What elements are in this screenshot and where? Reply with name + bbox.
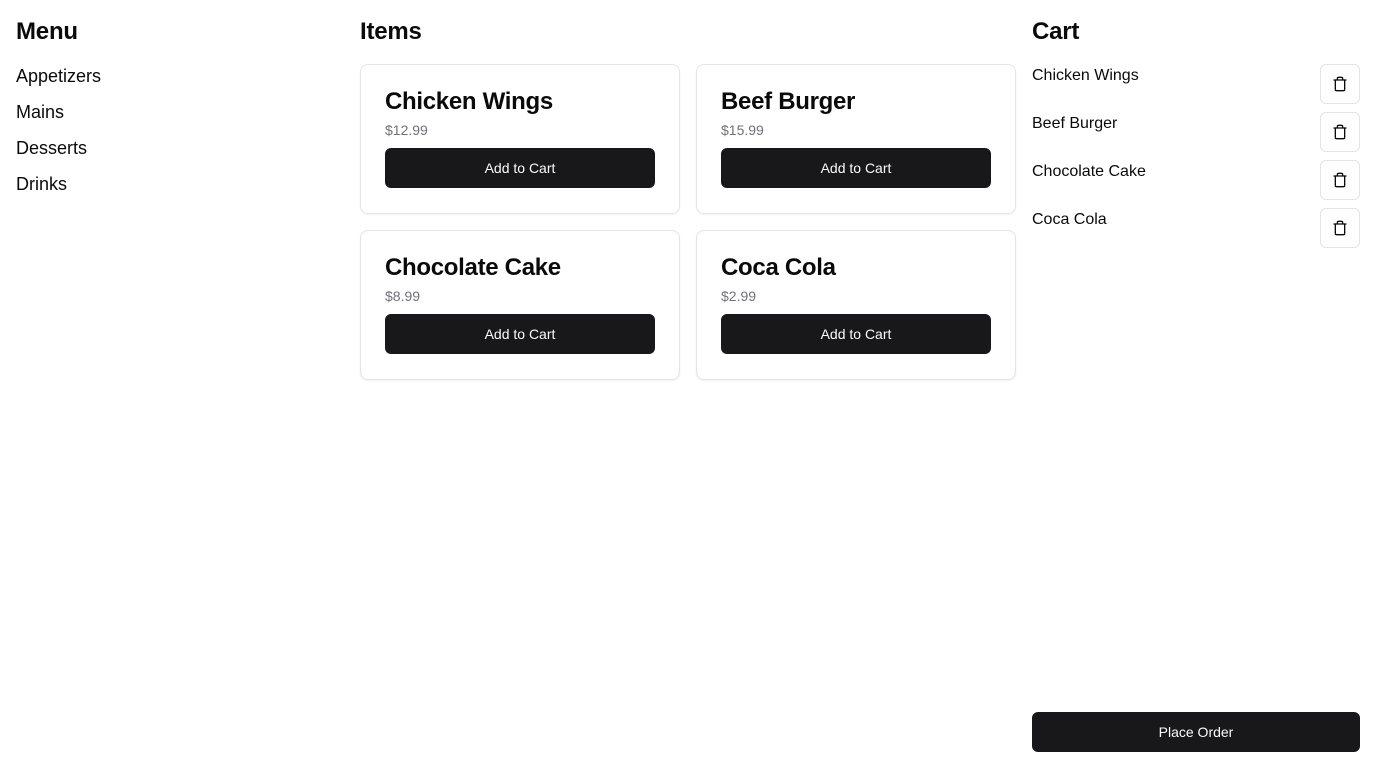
items-title: Items [360, 18, 422, 45]
trash-icon [1332, 220, 1348, 236]
product-card: Chocolate Cake $8.99 Add to Cart [360, 230, 680, 380]
place-order-button[interactable]: Place Order [1032, 712, 1360, 752]
product-price: $8.99 [385, 288, 421, 304]
cart-item: Chocolate Cake [1032, 160, 1360, 208]
trash-icon [1332, 124, 1348, 140]
add-to-cart-button[interactable]: Add to Cart [385, 314, 655, 354]
add-to-cart-button[interactable]: Add to Cart [721, 148, 991, 188]
product-name: Coca Cola [721, 254, 836, 281]
app-root: Menu Appetizers Mains Desserts Drinks It… [0, 0, 1376, 768]
product-name: Beef Burger [721, 88, 856, 115]
product-card: Beef Burger $15.99 Add to Cart [696, 64, 1016, 214]
items-panel: Items Chicken Wings $12.99 Add to Cart B… [360, 16, 1016, 380]
cart-item-name: Beef Burger [1032, 115, 1118, 132]
cart-item-name: Chicken Wings [1032, 67, 1139, 84]
product-name: Chocolate Cake [385, 254, 561, 281]
product-price: $12.99 [385, 122, 428, 138]
product-name: Chicken Wings [385, 88, 553, 115]
trash-icon [1332, 76, 1348, 92]
cart-item: Beef Burger [1032, 112, 1360, 160]
remove-item-button[interactable] [1320, 160, 1360, 200]
product-price: $15.99 [721, 122, 764, 138]
cart-panel: Cart Chicken Wings Beef Burger Chocolate… [1032, 16, 1360, 256]
remove-item-button[interactable] [1320, 64, 1360, 104]
remove-item-button[interactable] [1320, 208, 1360, 248]
cart-item-list: Chicken Wings Beef Burger Chocolate Cake [1032, 64, 1360, 256]
menu-item-drinks[interactable]: Drinks [16, 170, 336, 206]
menu-category-list: Appetizers Mains Desserts Drinks [16, 62, 336, 206]
menu-panel: Menu Appetizers Mains Desserts Drinks [16, 16, 336, 206]
add-to-cart-button[interactable]: Add to Cart [385, 148, 655, 188]
product-card: Chicken Wings $12.99 Add to Cart [360, 64, 680, 214]
trash-icon [1332, 172, 1348, 188]
product-card: Coca Cola $2.99 Add to Cart [696, 230, 1016, 380]
menu-title: Menu [16, 18, 78, 45]
product-grid: Chicken Wings $12.99 Add to Cart Beef Bu… [360, 64, 1016, 380]
cart-title: Cart [1032, 18, 1080, 45]
remove-item-button[interactable] [1320, 112, 1360, 152]
cart-item: Chicken Wings [1032, 64, 1360, 112]
cart-item-name: Coca Cola [1032, 211, 1107, 228]
cart-item: Coca Cola [1032, 208, 1360, 256]
menu-item-desserts[interactable]: Desserts [16, 134, 336, 170]
menu-item-mains[interactable]: Mains [16, 98, 336, 134]
menu-item-appetizers[interactable]: Appetizers [16, 62, 336, 98]
product-price: $2.99 [721, 288, 757, 304]
cart-item-name: Chocolate Cake [1032, 163, 1146, 180]
add-to-cart-button[interactable]: Add to Cart [721, 314, 991, 354]
